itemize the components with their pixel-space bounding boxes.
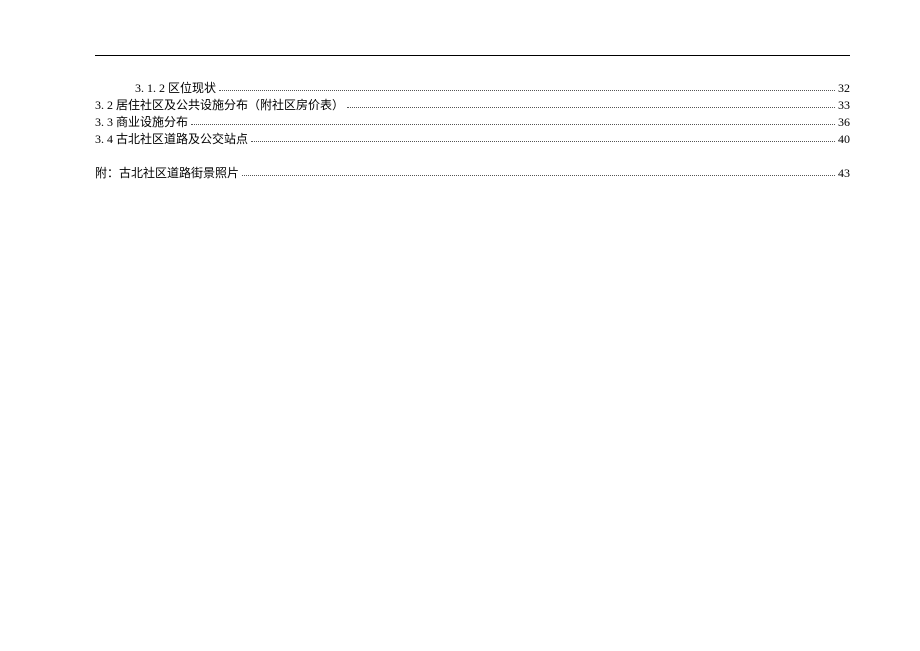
- toc-leader: [191, 124, 835, 125]
- toc-leader: [219, 90, 835, 91]
- toc-title: 3. 4 古北社区道路及公交站点: [95, 131, 248, 148]
- toc-page: 40: [838, 131, 850, 148]
- toc-entry: 3. 4 古北社区道路及公交站点 40: [95, 131, 850, 148]
- toc-page: 43: [838, 165, 850, 182]
- toc-title: 3. 1. 2 区位现状: [135, 80, 216, 97]
- header-rule: [95, 55, 850, 56]
- toc-entry: 3. 2 居住社区及公共设施分布（附社区房价表） 33: [95, 97, 850, 114]
- toc-entry: 附：古北社区道路街景照片 43: [95, 165, 850, 182]
- toc-entry: 3. 1. 2 区位现状 32: [95, 80, 850, 97]
- toc-leader: [242, 175, 835, 176]
- toc-title: 3. 3 商业设施分布: [95, 114, 188, 131]
- toc-spacer: [95, 148, 850, 165]
- toc-leader: [347, 107, 835, 108]
- toc-page: 32: [838, 80, 850, 97]
- toc-title: 附：古北社区道路街景照片: [95, 165, 239, 182]
- toc-title: 3. 2 居住社区及公共设施分布（附社区房价表）: [95, 97, 344, 114]
- toc-page: 36: [838, 114, 850, 131]
- toc-entry: 3. 3 商业设施分布 36: [95, 114, 850, 131]
- toc-page: 33: [838, 97, 850, 114]
- toc: 3. 1. 2 区位现状 32 3. 2 居住社区及公共设施分布（附社区房价表）…: [95, 80, 850, 182]
- toc-leader: [251, 141, 835, 142]
